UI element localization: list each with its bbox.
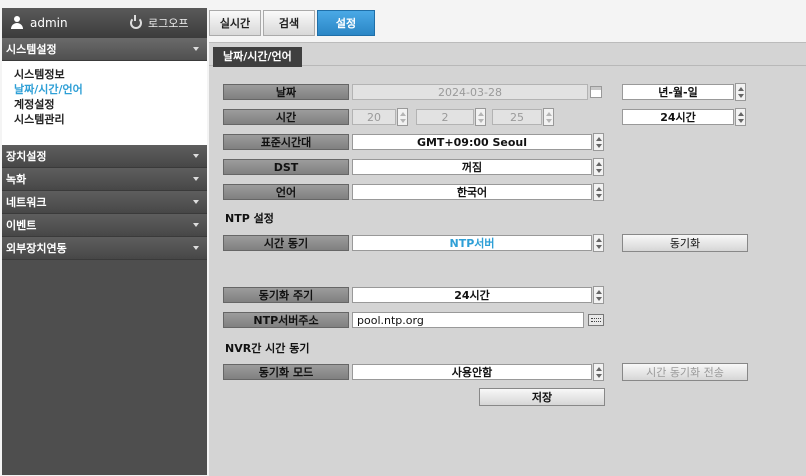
power-icon xyxy=(130,15,142,29)
timezone-select[interactable]: GMT+09:00 Seoul xyxy=(352,134,592,150)
sync-mode-label: 동기화 모드 xyxy=(223,364,349,380)
send-time-sync-button[interactable]: 시간 동기화 전송 xyxy=(622,363,748,381)
submenu-system-info[interactable]: 시스템정보 xyxy=(14,67,207,82)
sync-mode-select[interactable]: 사용안함 xyxy=(352,364,592,380)
dst-spinner[interactable] xyxy=(593,158,604,176)
time-sync-label: 시간 동기 xyxy=(223,235,349,251)
timezone-spinner[interactable] xyxy=(593,133,604,151)
second-input[interactable]: 25 xyxy=(492,109,542,125)
system-submenu: 시스템정보 날짜/시간/언어 계정설정 시스템관리 xyxy=(2,61,207,145)
save-button[interactable]: 저장 xyxy=(479,388,605,406)
user-info: admin xyxy=(10,16,130,30)
calendar-icon[interactable] xyxy=(590,86,602,98)
logout-label: 로그오프 xyxy=(148,17,189,30)
dst-label: DST xyxy=(223,159,349,175)
language-spinner[interactable] xyxy=(593,183,604,201)
second-spinner[interactable] xyxy=(543,108,554,126)
date-format-spinner[interactable] xyxy=(735,83,746,101)
chevron-down-icon xyxy=(193,47,199,51)
tab-search[interactable]: 검색 xyxy=(263,10,315,36)
top-tabs: 실시간 검색 설정 xyxy=(209,8,377,38)
minute-spinner[interactable] xyxy=(475,108,486,126)
language-select[interactable]: 한국어 xyxy=(352,184,592,200)
time-sync-spinner[interactable] xyxy=(593,234,604,252)
tab-live[interactable]: 실시간 xyxy=(209,10,261,36)
dst-select[interactable]: 꺼짐 xyxy=(352,159,592,175)
submenu-date-time-language[interactable]: 날짜/시간/언어 xyxy=(14,82,207,97)
sync-period-select[interactable]: 24시간 xyxy=(352,287,592,303)
chevron-down-icon xyxy=(193,154,199,158)
tab-settings[interactable]: 설정 xyxy=(317,10,375,36)
menu-label: 시스템설정 xyxy=(6,43,57,56)
submenu-account-settings[interactable]: 계정설정 xyxy=(14,97,207,112)
sync-period-spinner[interactable] xyxy=(593,286,604,304)
date-format-select[interactable]: 년-월-일 xyxy=(622,84,734,100)
menu-label: 외부장치연동 xyxy=(6,242,67,255)
hour-spinner[interactable] xyxy=(397,108,408,126)
menu-label: 장치설정 xyxy=(6,150,47,163)
time-sync-select[interactable]: NTP서버 xyxy=(352,235,592,251)
menu-system-settings[interactable]: 시스템설정 xyxy=(2,38,207,61)
menu-label: 네트워크 xyxy=(6,196,47,209)
username: admin xyxy=(30,16,68,30)
user-icon xyxy=(10,16,24,30)
submenu-system-management[interactable]: 시스템관리 xyxy=(14,112,207,127)
logout-button[interactable]: 로그오프 xyxy=(130,15,188,31)
menu-label: 이벤트 xyxy=(6,219,37,232)
ntp-section-title: NTP 설정 xyxy=(225,212,274,225)
sidebar: admin 로그오프 시스템설정 시스템정보 날짜/시간/언어 계정설정 시스템… xyxy=(2,8,207,475)
menu-device-settings[interactable]: 장치설정 xyxy=(2,145,207,168)
ntp-address-label: NTP서버주소 xyxy=(223,312,349,328)
minute-input[interactable]: 2 xyxy=(416,109,474,125)
ntp-address-input[interactable]: pool.ntp.org xyxy=(352,312,584,328)
chevron-down-icon xyxy=(193,200,199,204)
app-frame: admin 로그오프 시스템설정 시스템정보 날짜/시간/언어 계정설정 시스템… xyxy=(0,0,806,476)
time-format-select[interactable]: 24시간 xyxy=(622,109,734,125)
menu-network[interactable]: 네트워크 xyxy=(2,191,207,214)
settings-panel: 날짜/시간/언어 날짜 2024-03-28 년-월-일 시간 20 2 25 … xyxy=(209,42,806,476)
user-bar: admin 로그오프 xyxy=(2,8,207,38)
sync-period-label: 동기화 주기 xyxy=(223,287,349,303)
date-label: 날짜 xyxy=(223,84,349,100)
time-label: 시간 xyxy=(223,109,349,125)
time-format-spinner[interactable] xyxy=(735,108,746,126)
menu-external-device[interactable]: 외부장치연동 xyxy=(2,237,207,260)
menu-label: 녹화 xyxy=(6,173,27,186)
chevron-down-icon xyxy=(193,177,199,181)
menu-event[interactable]: 이벤트 xyxy=(2,214,207,237)
language-label: 언어 xyxy=(223,184,349,200)
keyboard-icon[interactable] xyxy=(588,314,604,326)
sync-button[interactable]: 동기화 xyxy=(622,234,748,252)
hour-input[interactable]: 20 xyxy=(352,109,396,125)
timezone-label: 표준시간대 xyxy=(223,134,349,150)
nvr-section-title: NVR간 시간 동기 xyxy=(225,342,310,355)
date-input[interactable]: 2024-03-28 xyxy=(352,84,588,100)
chevron-down-icon xyxy=(193,246,199,250)
chevron-down-icon xyxy=(193,223,199,227)
menu-recording[interactable]: 녹화 xyxy=(2,168,207,191)
subtab-date-time-language[interactable]: 날짜/시간/언어 xyxy=(213,47,302,67)
sync-mode-spinner[interactable] xyxy=(593,363,604,381)
